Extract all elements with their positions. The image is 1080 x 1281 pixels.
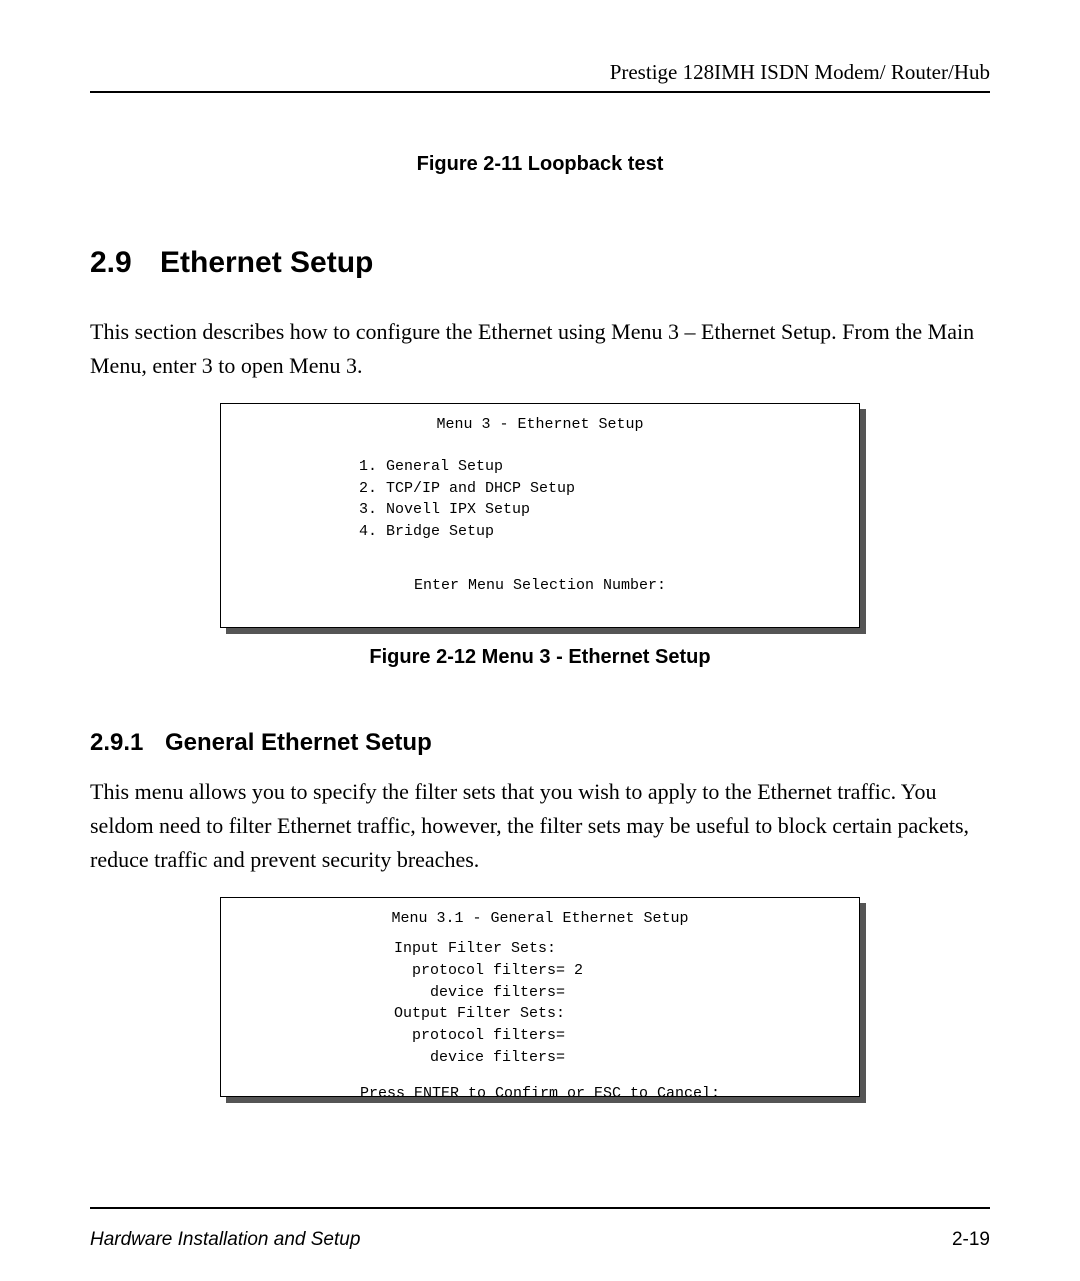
terminal-menu-items: 1. General Setup 2. TCP/IP and DHCP Setu… <box>239 436 841 543</box>
subsection-title: General Ethernet Setup <box>165 729 432 756</box>
section-number: 2.9 <box>90 246 160 280</box>
footer-page-number: 2-19 <box>952 1229 990 1251</box>
footer-rule <box>90 1207 990 1209</box>
subsection-number: 2.9.1 <box>90 729 165 757</box>
figure-2-12-caption: Figure 2-12 Menu 3 - Ethernet Setup <box>90 646 990 669</box>
terminal-menu-3: Menu 3 - Ethernet Setup 1. General Setup… <box>220 403 860 628</box>
terminal-box: Menu 3 - Ethernet Setup 1. General Setup… <box>220 403 860 628</box>
menu-item: 3. Novell IPX Setup <box>359 499 841 521</box>
running-footer: Hardware Installation and Setup 2-19 <box>90 1229 990 1251</box>
page: Prestige 128IMH ISDN Modem/ Router/Hub F… <box>0 0 1080 1281</box>
terminal-menu-3-1: Menu 3.1 - General Ethernet Setup Input … <box>220 897 860 1097</box>
section-2-9-heading: 2.9Ethernet Setup <box>90 246 990 280</box>
terminal-filter-lines: Input Filter Sets: protocol filters= 2 d… <box>239 930 841 1069</box>
figure-2-11-caption: Figure 2-11 Loopback test <box>90 153 990 176</box>
terminal-title: Menu 3 - Ethernet Setup <box>239 414 841 436</box>
terminal-prompt: Enter Menu Selection Number: <box>239 543 841 597</box>
terminal-box: Menu 3.1 - General Ethernet Setup Input … <box>220 897 860 1097</box>
terminal-title: Menu 3.1 - General Ethernet Setup <box>239 908 841 930</box>
footer-left: Hardware Installation and Setup <box>90 1229 360 1251</box>
running-header: Prestige 128IMH ISDN Modem/ Router/Hub <box>90 60 990 85</box>
menu-item: 2. TCP/IP and DHCP Setup <box>359 478 841 500</box>
header-rule <box>90 91 990 93</box>
section-2-9-1-heading: 2.9.1General Ethernet Setup <box>90 729 990 757</box>
menu-item: 4. Bridge Setup <box>359 521 841 543</box>
section-2-9-body: This section describes how to configure … <box>90 315 990 383</box>
terminal-prompt: Press ENTER to Confirm or ESC to Cancel: <box>239 1069 841 1098</box>
section-2-9-1-body: This menu allows you to specify the filt… <box>90 775 990 877</box>
menu-item: 1. General Setup <box>359 456 841 478</box>
section-title: Ethernet Setup <box>160 246 373 279</box>
